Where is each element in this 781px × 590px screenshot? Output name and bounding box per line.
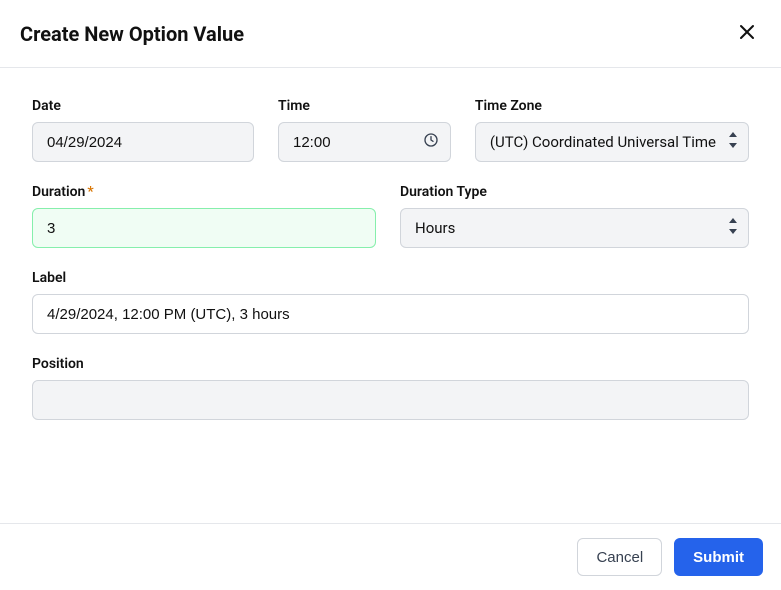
- duration-label-text: Duration: [32, 184, 85, 200]
- row-label: Label: [32, 270, 749, 334]
- cancel-button[interactable]: Cancel: [577, 538, 662, 576]
- timezone-label: Time Zone: [475, 98, 749, 114]
- field-duration: Duration*: [32, 184, 376, 248]
- field-time: Time: [278, 98, 451, 162]
- dialog-footer: Cancel Submit: [0, 523, 781, 590]
- field-position: Position: [32, 356, 749, 420]
- dialog-header: Create New Option Value: [0, 0, 781, 68]
- duration-type-label: Duration Type: [400, 184, 749, 200]
- close-button[interactable]: [733, 18, 761, 49]
- required-indicator: *: [87, 184, 93, 200]
- dialog-title: Create New Option Value: [20, 22, 244, 46]
- label-field-label: Label: [32, 270, 749, 286]
- field-duration-type: Duration Type Hours: [400, 184, 749, 248]
- time-input[interactable]: [278, 122, 451, 162]
- timezone-select[interactable]: (UTC) Coordinated Universal Time: [475, 122, 749, 162]
- close-icon: [737, 30, 757, 45]
- label-input[interactable]: [32, 294, 749, 334]
- position-input[interactable]: [32, 380, 749, 420]
- duration-label: Duration*: [32, 184, 376, 200]
- date-label: Date: [32, 98, 254, 114]
- date-input[interactable]: [32, 122, 254, 162]
- field-timezone: Time Zone (UTC) Coordinated Universal Ti…: [475, 98, 749, 162]
- submit-button[interactable]: Submit: [674, 538, 763, 576]
- row-position: Position: [32, 356, 749, 420]
- duration-type-select[interactable]: Hours: [400, 208, 749, 248]
- row-duration: Duration* Duration Type Hours: [32, 184, 749, 248]
- field-label: Label: [32, 270, 749, 334]
- dialog-body: Date Time Time Zone (UTC) Coordinated Un…: [0, 68, 781, 523]
- row-date-time: Date Time Time Zone (UTC) Coordinated Un…: [32, 98, 749, 162]
- position-label: Position: [32, 356, 749, 372]
- time-label: Time: [278, 98, 451, 114]
- field-date: Date: [32, 98, 254, 162]
- duration-input[interactable]: [32, 208, 376, 248]
